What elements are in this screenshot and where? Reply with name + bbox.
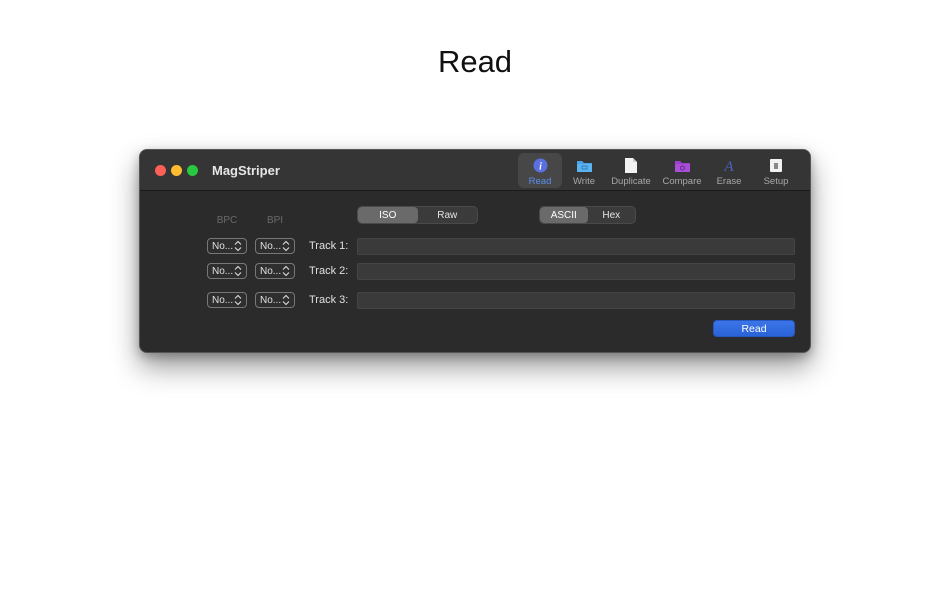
format-raw-option[interactable]: Raw <box>418 207 478 223</box>
toolbar-write[interactable]: Write <box>562 153 606 188</box>
svg-text:A: A <box>723 159 734 174</box>
updown-chevron-icon <box>234 240 242 252</box>
updown-chevron-icon <box>282 240 290 252</box>
toolbar-duplicate[interactable]: Duplicate <box>606 153 656 188</box>
toolbar-compare-label: Compare <box>662 176 702 187</box>
read-button[interactable]: Read <box>713 320 795 337</box>
track-2-bpc-popup[interactable]: No... <box>207 263 247 279</box>
track-1-bpi-value: No... <box>260 240 282 252</box>
track-1-bpi-popup[interactable]: No... <box>255 238 295 254</box>
track-3-bpi-value: No... <box>260 294 282 306</box>
eraser-icon: A <box>720 157 738 174</box>
title-bar: MagStriper i Read Write Duplicate Compar… <box>140 150 810 191</box>
track-2-field[interactable] <box>357 263 795 280</box>
updown-chevron-icon <box>234 265 242 277</box>
track-2-label: Track 2: <box>309 265 349 277</box>
encoding-segmented-control: ASCII Hex <box>539 206 636 224</box>
toolbar-erase-label: Erase <box>716 176 742 187</box>
minimize-window-button[interactable] <box>171 165 182 176</box>
track-3-bpc-value: No... <box>212 294 234 306</box>
track-row: No... No... Track 1: <box>140 238 810 256</box>
toolbar-setup[interactable]: Setup <box>750 153 802 188</box>
track-1-field[interactable] <box>357 238 795 255</box>
track-1-label: Track 1: <box>309 240 349 252</box>
track-3-bpc-popup[interactable]: No... <box>207 292 247 308</box>
toolbar-setup-label: Setup <box>763 176 789 187</box>
updown-chevron-icon <box>282 294 290 306</box>
device-icon <box>767 157 785 174</box>
encoding-hex-option[interactable]: Hex <box>588 207 636 223</box>
toolbar-read-label: Read <box>528 176 552 187</box>
app-window: MagStriper i Read Write Duplicate Compar… <box>139 149 811 353</box>
track-1-bpc-value: No... <box>212 240 234 252</box>
updown-chevron-icon <box>282 265 290 277</box>
svg-text:i: i <box>539 162 542 173</box>
bpc-column-header: BPC <box>216 215 238 226</box>
close-window-button[interactable] <box>155 165 166 176</box>
toolbar-read[interactable]: i Read <box>518 153 562 188</box>
track-3-bpi-popup[interactable]: No... <box>255 292 295 308</box>
folder-icon <box>575 157 593 174</box>
track-3-field[interactable] <box>357 292 795 309</box>
track-3-label: Track 3: <box>309 294 349 306</box>
track-2-bpi-popup[interactable]: No... <box>255 263 295 279</box>
read-panel: BPC BPI ISO Raw ASCII Hex No... No... Tr… <box>140 192 810 352</box>
zoom-window-button[interactable] <box>187 165 198 176</box>
format-segmented-control: ISO Raw <box>357 206 478 224</box>
track-row: No... No... Track 3: <box>140 292 810 310</box>
encoding-ascii-option[interactable]: ASCII <box>540 207 588 223</box>
track-2-bpi-value: No... <box>260 265 282 277</box>
updown-chevron-icon <box>234 294 242 306</box>
track-2-bpc-value: No... <box>212 265 234 277</box>
folder-compare-icon <box>673 157 691 174</box>
toolbar-compare[interactable]: Compare <box>656 153 708 188</box>
page-heading: Read <box>437 44 513 79</box>
track-row: No... No... Track 2: <box>140 263 810 281</box>
toolbar: i Read Write Duplicate Compare A Erase S… <box>518 153 802 189</box>
track-1-bpc-popup[interactable]: No... <box>207 238 247 254</box>
toolbar-write-label: Write <box>573 176 595 187</box>
bpi-column-header: BPI <box>266 215 284 226</box>
format-iso-option[interactable]: ISO <box>358 207 418 223</box>
toolbar-duplicate-label: Duplicate <box>611 176 651 187</box>
info-icon: i <box>531 157 549 174</box>
app-title: MagStriper <box>212 163 280 178</box>
toolbar-erase[interactable]: A Erase <box>708 153 750 188</box>
document-icon <box>622 157 640 174</box>
